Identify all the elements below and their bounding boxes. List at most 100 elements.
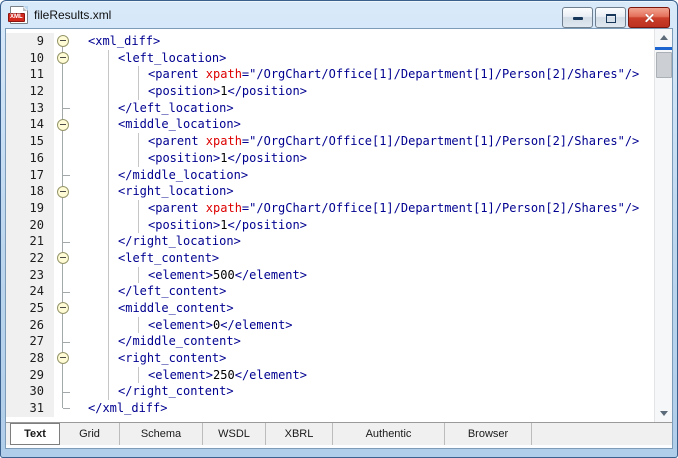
code-token: </xml_diff> (88, 401, 167, 415)
code-token: </position> (227, 218, 306, 232)
tab-xbrl[interactable]: XBRL (266, 423, 333, 445)
arrow-down-icon (660, 411, 668, 416)
line-number: 30 (6, 383, 54, 400)
indent-guide (108, 250, 109, 267)
close-button[interactable] (628, 7, 670, 28)
fold-margin (54, 400, 80, 417)
code-token: <right_location> (118, 184, 234, 198)
fold-margin (54, 317, 80, 334)
scroll-up-button[interactable] (655, 29, 672, 46)
line-number: 29 (6, 367, 54, 384)
xml-text-editor[interactable]: 9<xml_diff>10<left_location>11<parent xp… (6, 29, 672, 422)
restore-button[interactable] (595, 7, 626, 28)
fold-margin (54, 383, 80, 400)
fold-collapse-icon[interactable] (57, 52, 69, 64)
indent-guide (108, 383, 109, 400)
code-line: 15<parent xpath="/OrgChart/Office[1]/Dep… (6, 133, 655, 150)
code-line: 20 <position>1</position> (6, 217, 655, 234)
xml-file-icon: XML (10, 6, 28, 24)
indent-guide (108, 300, 109, 317)
fold-margin (54, 100, 80, 117)
tab-authentic[interactable]: Authentic (333, 423, 445, 445)
fold-margin (54, 167, 80, 184)
code-token: <middle_content> (118, 301, 234, 315)
code-text: </xml_diff> (80, 400, 655, 417)
code-text: <position>1</position> (80, 150, 655, 167)
line-number: 21 (6, 233, 54, 250)
indent-guide (138, 317, 139, 334)
fold-collapse-icon[interactable] (57, 119, 69, 131)
arrow-up-icon (660, 35, 668, 40)
code-text: <right_location> (80, 183, 655, 200)
minimize-icon (573, 17, 583, 20)
scrollbar-thumb[interactable] (656, 52, 672, 78)
code-token: <left_location> (118, 51, 226, 65)
code-line: 21</right_location> (6, 233, 655, 250)
fold-end-tick (63, 242, 70, 243)
code-token: 500 (213, 268, 235, 282)
code-line: 23<element>500</element> (6, 267, 655, 284)
code-token: <element> (148, 318, 213, 332)
code-token: </left_location> (118, 101, 234, 115)
code-text: <element>0</element> (80, 317, 655, 334)
code-token: <element> (148, 268, 213, 282)
fold-collapse-icon[interactable] (57, 302, 69, 314)
fold-collapse-icon[interactable] (57, 352, 69, 364)
code-line: 24</left_content> (6, 283, 655, 300)
line-number: 18 (6, 183, 54, 200)
line-number: 17 (6, 167, 54, 184)
vertical-scrollbar[interactable] (654, 29, 672, 422)
code-token: 250 (213, 368, 235, 382)
code-line: 18 <right_location> (6, 183, 655, 200)
tab-schema[interactable]: Schema (120, 423, 203, 445)
tab-grid[interactable]: Grid (60, 423, 120, 445)
code-token: <parent (148, 134, 206, 148)
restore-icon (606, 14, 616, 23)
code-token: xpath (206, 67, 242, 81)
fold-connector-line (62, 367, 63, 384)
tab-browser[interactable]: Browser (445, 423, 532, 445)
fold-margin (54, 133, 80, 150)
fold-margin (54, 50, 80, 67)
indent-guide (108, 350, 109, 367)
code-line: 11<parent xpath="/OrgChart/Office[1]/Dep… (6, 66, 655, 83)
indent-guide (108, 233, 109, 250)
tab-wsdl[interactable]: WSDL (203, 423, 266, 445)
indent-guide (108, 283, 109, 300)
line-number: 16 (6, 150, 54, 167)
line-number: 28 (6, 350, 54, 367)
title-bar[interactable]: XML fileResults.xml (1, 1, 677, 28)
fold-end-tick (63, 108, 70, 109)
fold-collapse-icon[interactable] (57, 186, 69, 198)
indent-guide (108, 100, 109, 117)
code-line: 10<left_location> (6, 50, 655, 67)
tab-text[interactable]: Text (10, 423, 60, 445)
minimize-button[interactable] (562, 7, 593, 28)
line-number: 13 (6, 100, 54, 117)
fold-end-tick (63, 342, 70, 343)
code-text: <position>1</position> (80, 217, 655, 234)
code-line: 19<parent xpath="/OrgChart/Office[1]/Dep… (6, 200, 655, 217)
indent-guide (108, 200, 109, 217)
code-token: ="/OrgChart/Office[1]/Department[1]/Pers… (242, 67, 639, 81)
window-controls (562, 7, 670, 28)
indent-guide (108, 367, 109, 384)
fold-collapse-icon[interactable] (57, 252, 69, 264)
code-token: <left_content> (118, 251, 219, 265)
code-line: 30</right_content> (6, 383, 655, 400)
line-number: 20 (6, 217, 54, 234)
tabbar-bottom-strip (6, 445, 672, 448)
window-title: fileResults.xml (34, 8, 111, 22)
scroll-down-button[interactable] (655, 405, 672, 422)
fold-margin (54, 350, 80, 367)
line-number: 23 (6, 267, 54, 284)
code-line: 31</xml_diff> (6, 400, 655, 417)
code-text: <position>1</position> (80, 83, 655, 100)
code-token: ="/OrgChart/Office[1]/Department[1]/Pers… (242, 201, 639, 215)
fold-margin (54, 233, 80, 250)
scroll-position-marker (655, 47, 672, 50)
code-line: 13 </left_location> (6, 100, 655, 117)
fold-margin (54, 267, 80, 284)
fold-collapse-icon[interactable] (57, 35, 69, 47)
code-text: </left_location> (80, 100, 655, 117)
